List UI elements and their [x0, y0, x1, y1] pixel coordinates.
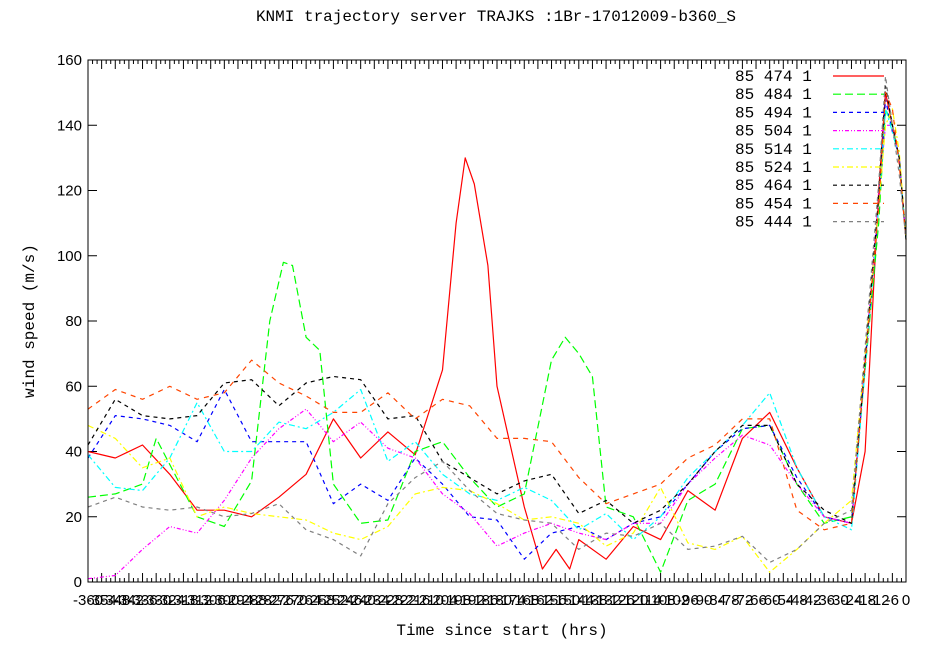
legend-label: 85 474 1: [735, 68, 812, 86]
chart-title: KNMI trajectory server TRAJKS :1Br-17012…: [256, 8, 736, 26]
y-tick-label: 0: [74, 574, 82, 591]
legend-label: 85 464 1: [735, 177, 812, 195]
wind-speed-chart: KNMI trajectory server TRAJKS :1Br-17012…: [21, 8, 910, 640]
legend-label: 85 454 1: [735, 195, 812, 213]
y-tick-label: 80: [65, 313, 82, 330]
legend: 85 474 185 484 185 494 185 504 185 514 1…: [735, 68, 884, 232]
y-tick-label: 100: [57, 248, 82, 265]
y-axis-label: wind speed (m/s): [21, 244, 39, 398]
legend-label: 85 484 1: [735, 86, 812, 104]
x-tick-label: -6: [886, 592, 899, 609]
legend-label: 85 444 1: [735, 214, 812, 232]
legend-label: 85 514 1: [735, 141, 812, 159]
legend-label: 85 524 1: [735, 159, 812, 177]
x-tick-label: 0: [902, 592, 910, 609]
legend-label: 85 504 1: [735, 123, 812, 141]
y-tick-label: 40: [65, 444, 82, 461]
x-axis-label: Time since start (hrs): [396, 622, 607, 640]
y-tick-label: 160: [57, 52, 82, 69]
y-tick-label: 120: [57, 183, 82, 200]
y-tick-label: 60: [65, 378, 82, 395]
y-tick-label: 140: [57, 117, 82, 134]
legend-label: 85 494 1: [735, 104, 812, 122]
y-tick-label: 20: [65, 509, 82, 526]
